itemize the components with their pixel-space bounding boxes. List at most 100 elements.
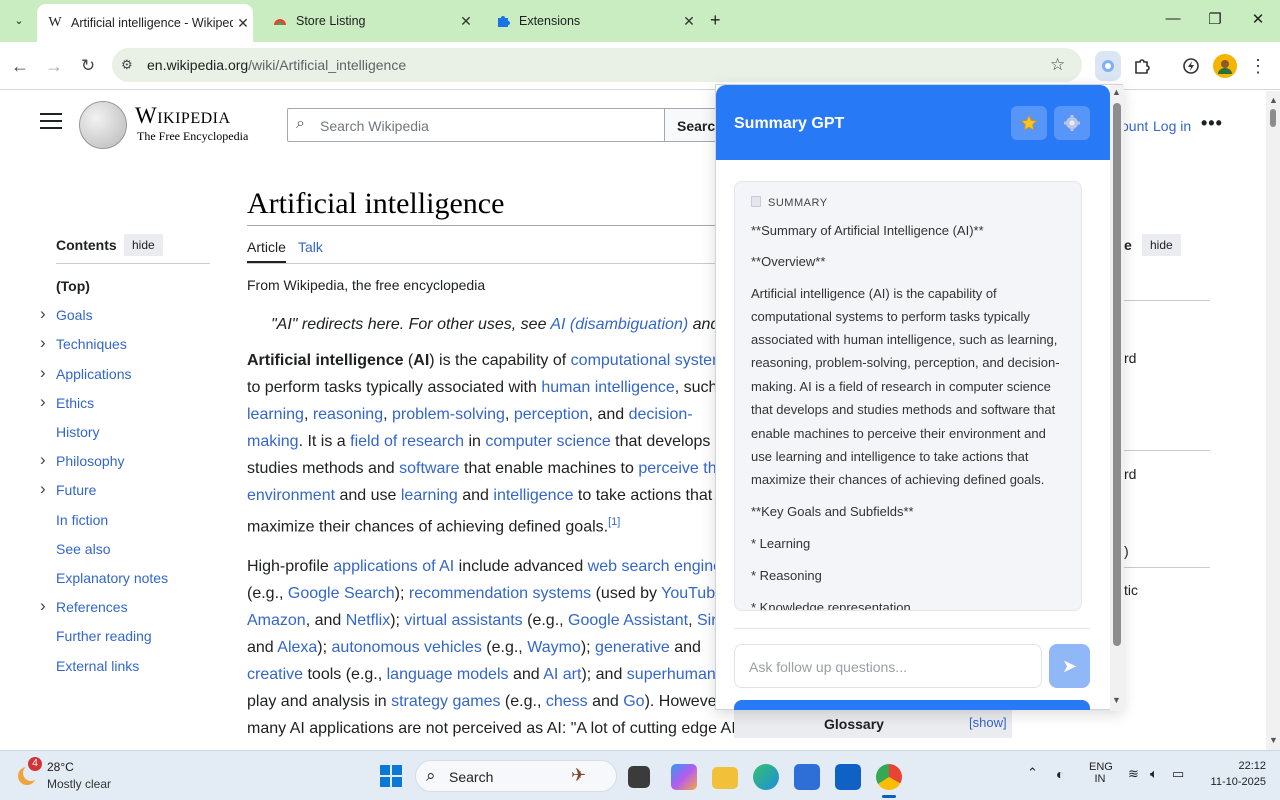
sidebar-hide-button[interactable]: hide: [1142, 234, 1181, 256]
toc-item[interactable]: › Applications: [40, 363, 132, 382]
new-tab-plus-icon[interactable]: +: [710, 10, 721, 31]
link[interactable]: Netflix: [346, 612, 390, 629]
link[interactable]: strategy games: [391, 693, 500, 710]
chrome-icon[interactable]: [876, 764, 902, 790]
star-icon[interactable]: [1011, 106, 1047, 140]
toc-item[interactable]: (Top): [56, 278, 90, 294]
chevron-right-icon[interactable]: ›: [40, 479, 46, 499]
wikipedia-globe-logo[interactable]: [79, 101, 127, 149]
link[interactable]: Waymo: [527, 639, 581, 656]
more-options-icon[interactable]: •••: [1201, 113, 1223, 134]
link[interactable]: decision-: [629, 406, 693, 423]
toc-item[interactable]: See also: [56, 541, 110, 557]
panel-action-button[interactable]: [734, 700, 1090, 710]
link[interactable]: making: [247, 433, 299, 450]
link[interactable]: Amazon: [247, 612, 306, 629]
link[interactable]: creative: [247, 666, 303, 683]
windows-start-icon[interactable]: [379, 764, 403, 788]
tab-search-chevron-icon[interactable]: ⌄: [8, 10, 30, 32]
link[interactable]: web search engines: [588, 558, 730, 575]
network-status-icon[interactable]: ◐: [1056, 766, 1064, 782]
scroll-up-icon[interactable]: ▲: [1269, 95, 1278, 105]
close-icon[interactable]: ✕: [233, 15, 253, 32]
wiki-wordmark[interactable]: Wikipedia: [135, 103, 231, 129]
restore-icon[interactable]: ❐: [1203, 10, 1227, 28]
chevron-right-icon[interactable]: ›: [40, 363, 46, 383]
link[interactable]: environment: [247, 487, 335, 504]
forward-arrow-icon[interactable]: →: [42, 54, 66, 78]
page-scrollbar[interactable]: ▲ ▼: [1266, 91, 1280, 750]
link[interactable]: Alexa: [277, 639, 317, 656]
link[interactable]: computer science: [485, 433, 610, 450]
link[interactable]: software: [399, 460, 459, 477]
link[interactable]: problem-solving: [392, 406, 505, 423]
scroll-down-icon[interactable]: ▼: [1269, 735, 1278, 745]
chevron-up-icon[interactable]: ⌃: [1027, 765, 1038, 781]
toc-item[interactable]: › Techniques: [40, 333, 127, 352]
glossary-show-link[interactable]: [show]: [969, 715, 1007, 730]
citation-link[interactable]: [1]: [608, 516, 620, 528]
file-explorer-icon[interactable]: [712, 767, 738, 789]
profile-avatar[interactable]: [1213, 54, 1237, 78]
close-icon[interactable]: ✕: [679, 13, 699, 30]
toc-item[interactable]: External links: [56, 658, 139, 674]
tab-wikipedia[interactable]: W Artificial intelligence - Wikipedia ✕: [37, 4, 253, 42]
toc-item[interactable]: › Future: [40, 479, 96, 498]
edge-browser-icon[interactable]: [753, 764, 779, 790]
back-arrow-icon[interactable]: ←: [8, 54, 32, 78]
bookmark-star-icon[interactable]: ☆: [1050, 55, 1065, 75]
chevron-right-icon[interactable]: ›: [40, 596, 46, 616]
link[interactable]: generative: [595, 639, 670, 656]
link[interactable]: chess: [546, 693, 588, 710]
link[interactable]: superhuman: [627, 666, 716, 683]
link[interactable]: Google Search: [288, 585, 395, 602]
toc-item[interactable]: Explanatory notes: [56, 570, 168, 586]
extensions-puzzle-icon[interactable]: [1130, 54, 1154, 78]
link[interactable]: intelligence: [493, 487, 573, 504]
link[interactable]: language models: [387, 666, 509, 683]
scroll-thumb[interactable]: [1270, 109, 1276, 127]
menu-kebab-icon[interactable]: ⋮: [1246, 54, 1270, 78]
link[interactable]: reasoning: [313, 406, 383, 423]
language-indicator[interactable]: ENG IN: [1089, 761, 1113, 785]
weather-widget[interactable]: 4: [14, 757, 42, 787]
microsoft-store-icon[interactable]: [794, 764, 820, 790]
task-view-icon[interactable]: [628, 766, 650, 788]
scroll-thumb[interactable]: [1113, 103, 1121, 646]
gear-icon[interactable]: [1054, 106, 1090, 140]
address-bar[interactable]: ⚙ en.wikipedia.org/wiki/Artificial_intel…: [112, 48, 1082, 82]
close-icon[interactable]: ✕: [456, 13, 476, 30]
battery-icon[interactable]: ▭: [1172, 766, 1184, 782]
toc-item[interactable]: › References: [40, 596, 128, 615]
toc-item[interactable]: History: [56, 424, 100, 440]
create-account-link[interactable]: ount: [1121, 118, 1148, 134]
scroll-down-icon[interactable]: ▼: [1112, 695, 1121, 705]
link[interactable]: applications of AI: [333, 558, 454, 575]
hatnote-link[interactable]: AI (disambiguation): [550, 316, 688, 333]
performance-icon[interactable]: [1179, 54, 1203, 78]
chevron-right-icon[interactable]: ›: [40, 392, 46, 412]
link[interactable]: field of research: [350, 433, 464, 450]
url-text[interactable]: en.wikipedia.org/wiki/Artificial_intelli…: [147, 57, 406, 73]
link[interactable]: human intelligence: [541, 379, 674, 396]
chevron-right-icon[interactable]: ›: [40, 333, 46, 353]
link[interactable]: AI art: [543, 666, 581, 683]
send-button[interactable]: ➤: [1049, 644, 1090, 688]
chevron-right-icon[interactable]: ›: [40, 304, 46, 324]
tab-store-listing[interactable]: Store Listing ✕: [262, 6, 476, 36]
link[interactable]: computational systems: [571, 352, 734, 369]
reload-icon[interactable]: ↻: [76, 54, 100, 78]
link[interactable]: autonomous vehicles: [332, 639, 482, 656]
toc-item[interactable]: In fiction: [56, 512, 108, 528]
link[interactable]: Google Assistant: [568, 612, 688, 629]
search-input[interactable]: ⌕ Search Wikipedia: [287, 108, 667, 142]
toc-hide-button[interactable]: hide: [124, 234, 163, 256]
link[interactable]: virtual assistants: [404, 612, 522, 629]
wifi-icon[interactable]: ≋: [1128, 766, 1139, 782]
volume-icon[interactable]: 🔈︎: [1150, 766, 1158, 782]
hamburger-menu-icon[interactable]: [40, 113, 62, 129]
summary-gpt-extension-icon[interactable]: [1095, 51, 1121, 81]
toc-item[interactable]: Further reading: [56, 628, 152, 644]
minimize-icon[interactable]: —: [1161, 10, 1185, 27]
link[interactable]: learning: [401, 487, 458, 504]
